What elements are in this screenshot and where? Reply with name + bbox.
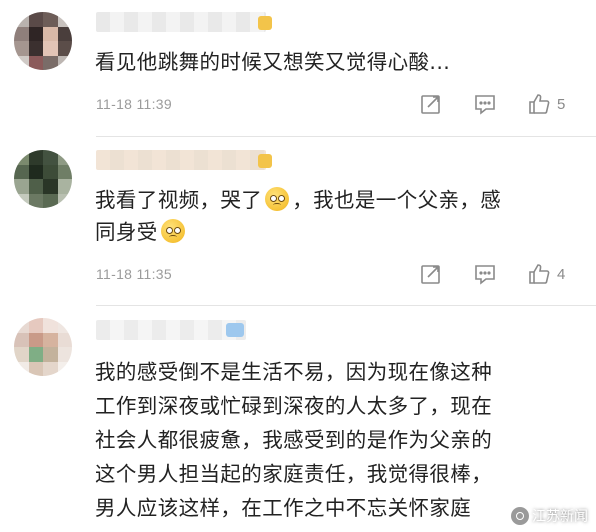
avatar[interactable] <box>14 318 72 376</box>
comment-text-line-3: 社会人都很疲惫，我感受到的是作为父亲的 <box>95 428 493 452</box>
comment-3: 我的感受倒不是生活不易，因为现在像这种 工作到深夜或忙碌到深夜的人太多了，现在 … <box>0 0 596 532</box>
watermark: 江苏新闻 <box>511 506 588 526</box>
username-blurred[interactable] <box>96 320 246 340</box>
comment-text-line-5: 男人应该这样，在工作之中不忘关怀家庭 <box>95 496 472 520</box>
user-badge-icon <box>226 323 244 337</box>
comment-text-line-1: 我的感受倒不是生活不易，因为现在像这种 <box>95 360 493 384</box>
watermark-text: 江苏新闻 <box>532 509 588 525</box>
comment-text-line-4: 这个男人担当起的家庭责任，我觉得很棒， <box>95 462 493 486</box>
comment-text-line-2: 工作到深夜或忙碌到深夜的人太多了，现在 <box>95 394 493 418</box>
watermark-logo-icon <box>511 507 529 525</box>
